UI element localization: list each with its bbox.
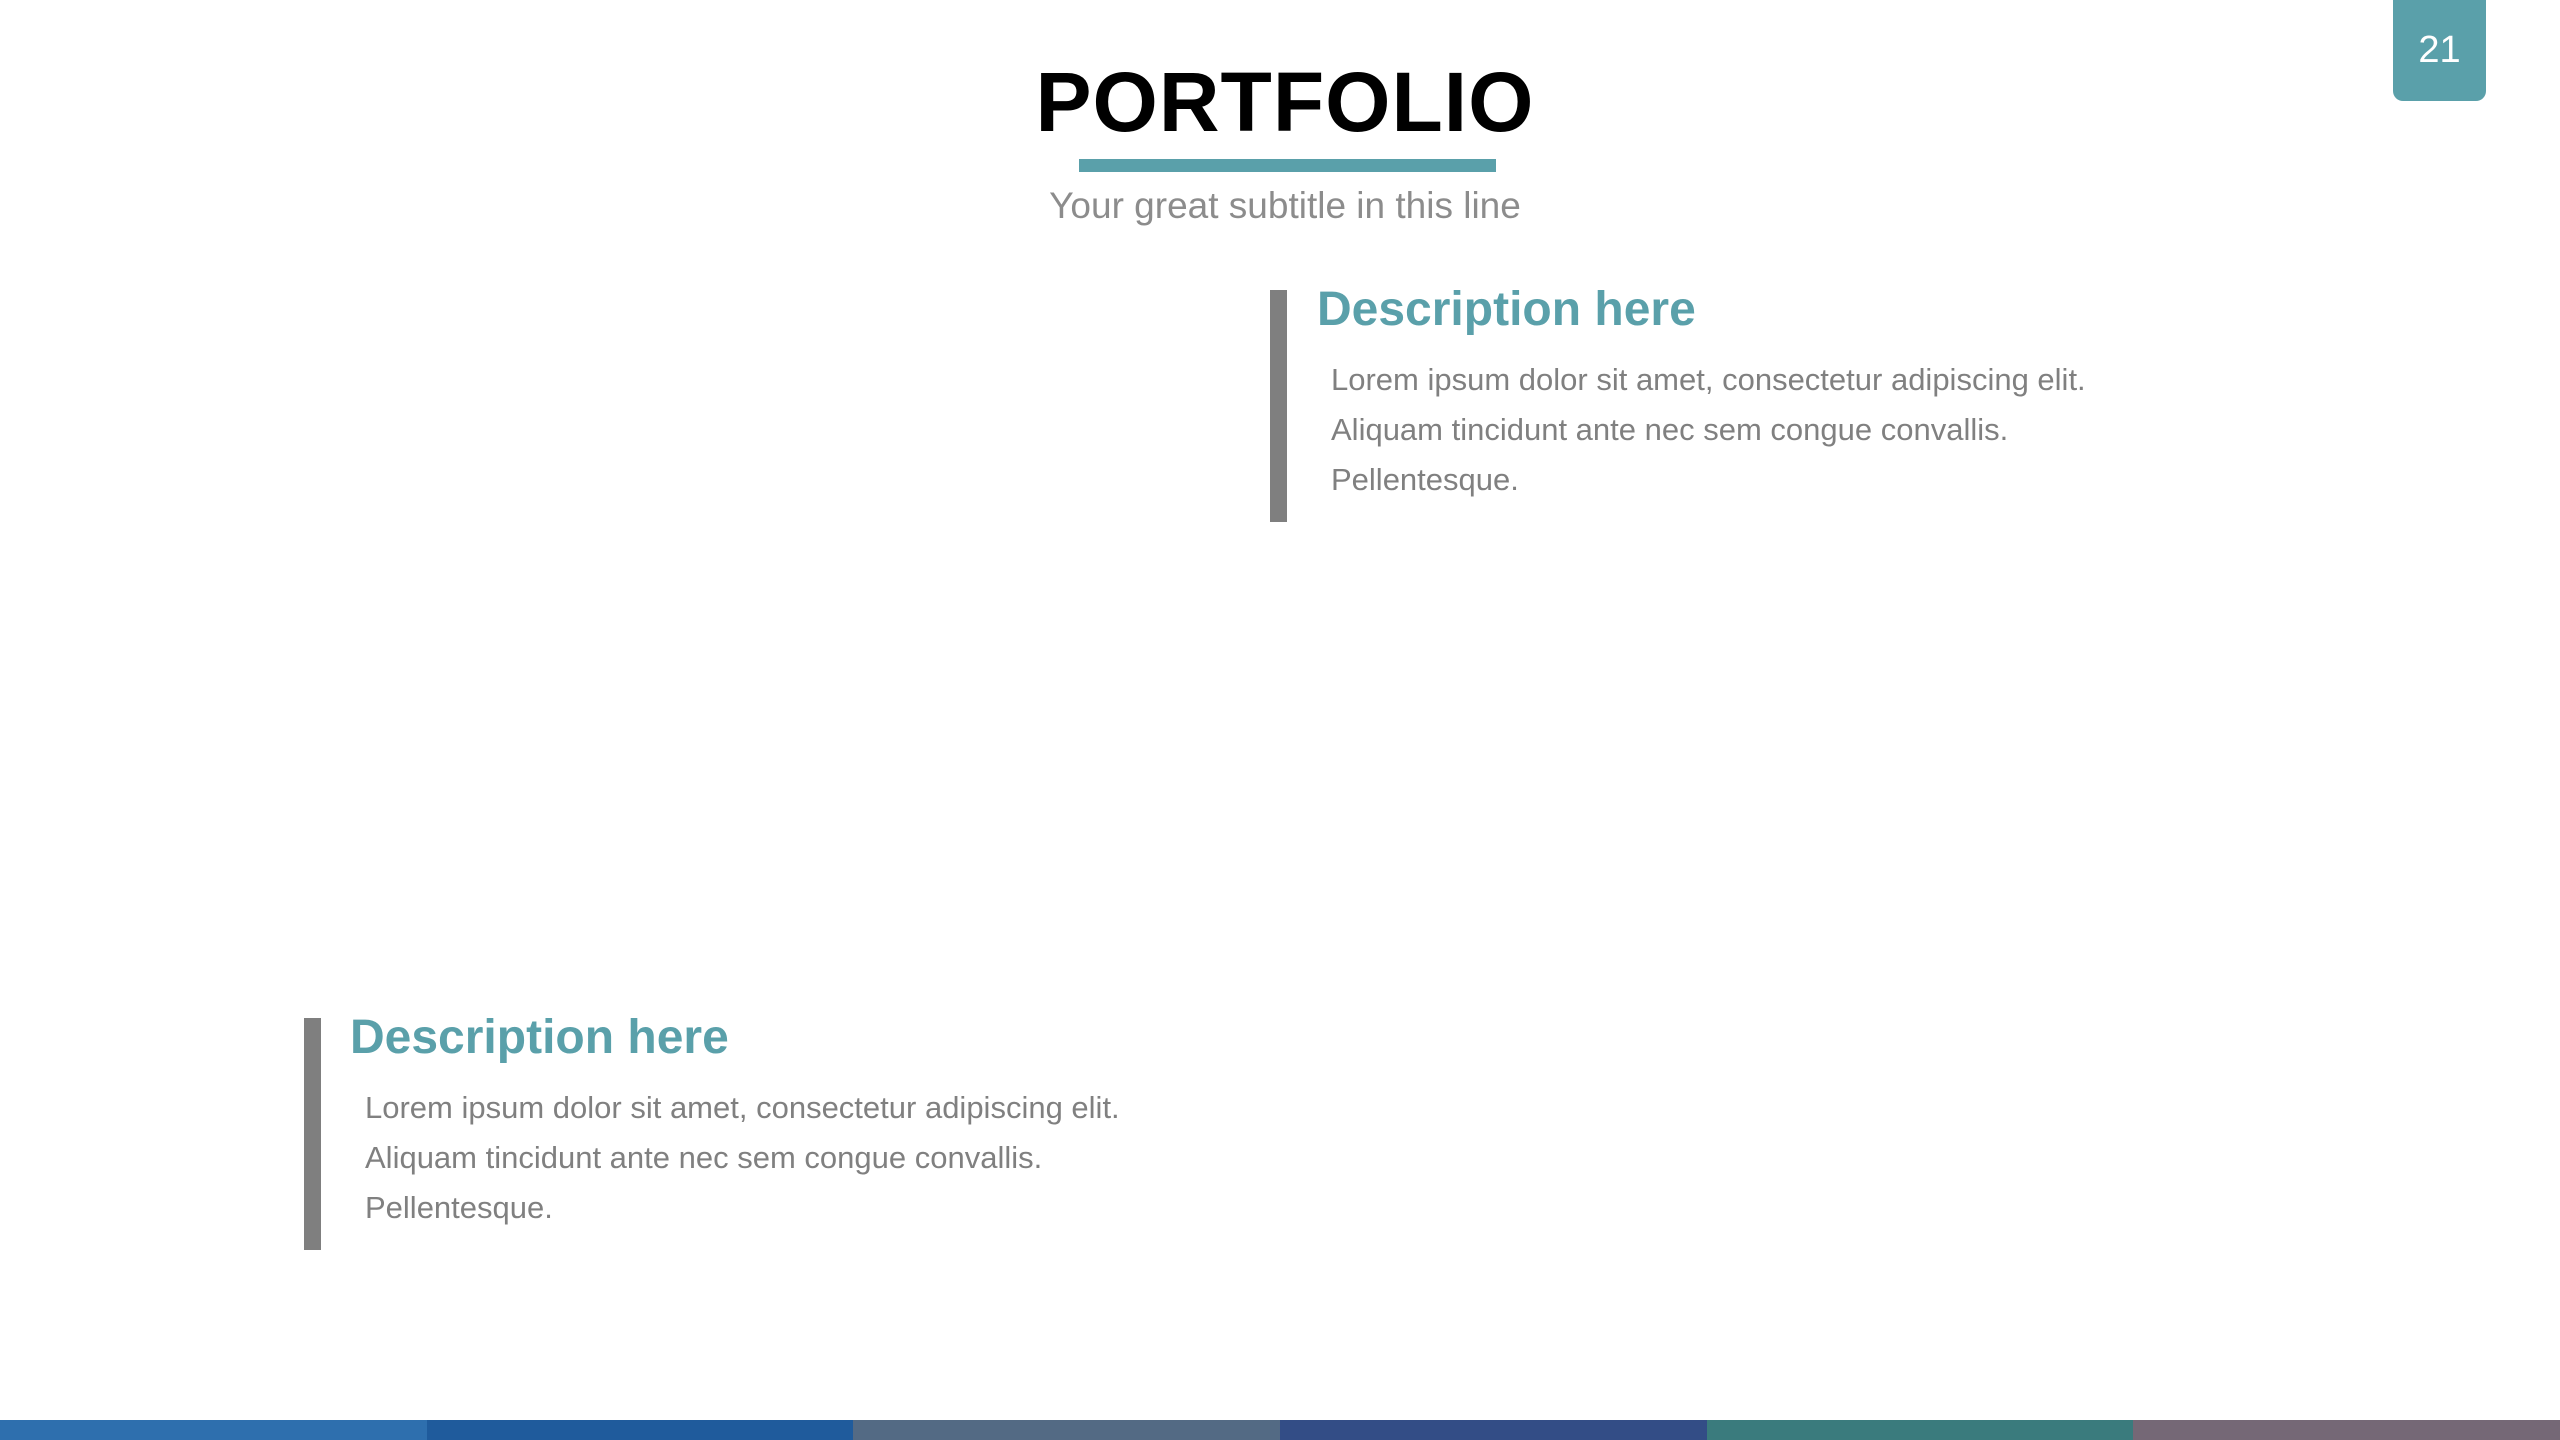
description-line: Lorem ipsum dolor sit amet, consectetur … <box>1331 362 2086 397</box>
description-heading: Description here <box>1317 283 1696 336</box>
description-accent-bar <box>304 1018 321 1250</box>
description-line: Pellentesque. <box>365 1190 553 1225</box>
bottom-bar-segment <box>1706 1420 2134 1440</box>
slide-subtitle: Your great subtitle in this line <box>1049 185 1521 226</box>
description-line: Pellentesque. <box>1331 462 1519 497</box>
bottom-bar-segment <box>1280 1420 1707 1440</box>
bottom-bar-segment <box>853 1420 1281 1440</box>
description-text: Lorem ipsum dolor sit amet, consectetur … <box>1331 355 2086 505</box>
bottom-bar-segment <box>426 1420 854 1440</box>
description-line: Aliquam tincidunt ante nec sem congue co… <box>365 1140 1043 1175</box>
bottom-bar-segment <box>0 1420 427 1440</box>
bottom-bar-segment <box>2133 1420 2560 1440</box>
description-line: Aliquam tincidunt ante nec sem congue co… <box>1331 412 2009 447</box>
slide-title: PORTFOLIO <box>1035 55 1535 149</box>
slide: 21 PORTFOLIO Your great subtitle in this… <box>0 0 2560 1440</box>
description-block-1: Description here Lorem ipsum dolor sit a… <box>1270 280 2170 530</box>
description-accent-bar <box>1270 290 1287 522</box>
description-text: Lorem ipsum dolor sit amet, consectetur … <box>365 1083 1120 1233</box>
title-underline <box>1079 159 1496 172</box>
description-heading: Description here <box>350 1011 729 1064</box>
description-block-2: Description here Lorem ipsum dolor sit a… <box>304 1008 1204 1258</box>
description-line: Lorem ipsum dolor sit amet, consectetur … <box>365 1090 1120 1125</box>
bottom-color-bar <box>0 1420 2560 1440</box>
